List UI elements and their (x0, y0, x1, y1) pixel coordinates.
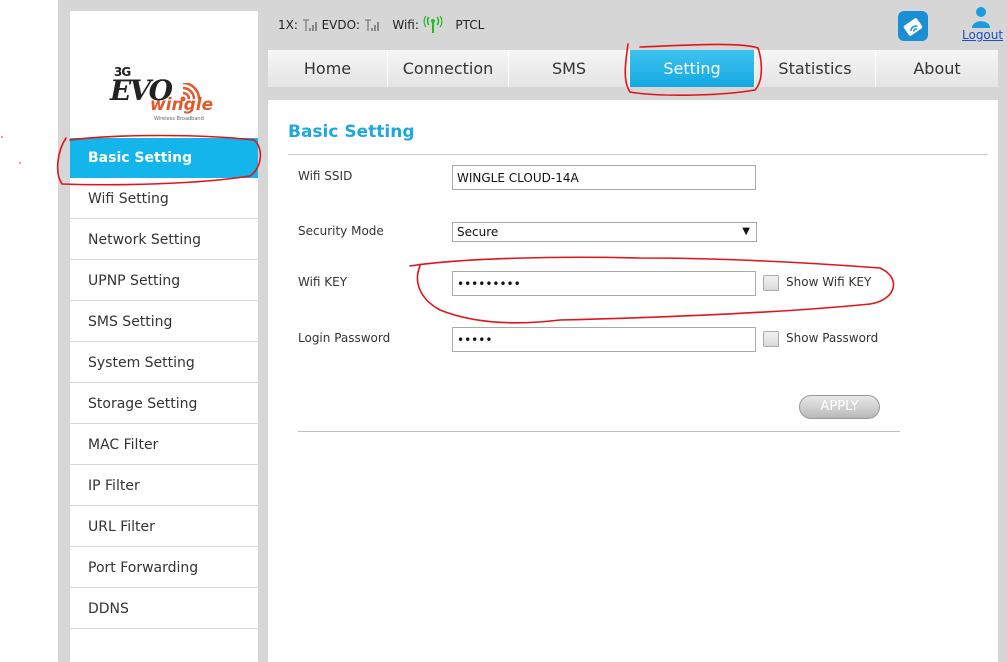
wifi-antenna-icon (423, 15, 443, 33)
login-password-input[interactable] (452, 327, 756, 352)
evdo-signal-icon (364, 19, 379, 31)
annotation-dot (19, 162, 21, 164)
logo-wingle: wingle (150, 95, 214, 115)
title-divider (288, 154, 988, 155)
security-mode-select[interactable]: Secure ▼ (452, 222, 757, 242)
tab-sms[interactable]: SMS (509, 50, 630, 87)
login-password-label: Login Password (298, 331, 391, 345)
tab-connection[interactable]: Connection (388, 50, 509, 87)
wifi-label: Wifi: (392, 18, 419, 32)
show-wifi-key-checkbox[interactable] (763, 275, 779, 291)
sidebar-item-port-forwarding[interactable]: Port Forwarding (70, 548, 258, 588)
tab-home[interactable]: Home (268, 50, 388, 87)
onex-label: 1X: (278, 18, 298, 32)
wifi-key-input[interactable] (452, 271, 756, 296)
ssid-label: Wifi SSID (298, 169, 353, 183)
sidebar-item-network-setting[interactable]: Network Setting (70, 220, 258, 260)
sidebar-item-storage-setting[interactable]: Storage Setting (70, 384, 258, 424)
security-mode-value: Secure (457, 225, 499, 239)
logo-tagline: Wireless Broadband (154, 116, 204, 122)
tab-about[interactable]: About (876, 50, 998, 87)
tab-setting[interactable]: Setting (630, 50, 755, 87)
sidebar-item-system-setting[interactable]: System Setting (70, 343, 258, 383)
sidebar-item-sms-setting[interactable]: SMS Setting (70, 302, 258, 342)
show-wifi-key-label: Show Wifi KEY (786, 275, 872, 289)
main-nav: Home Connection SMS Setting Statistics A… (268, 50, 998, 87)
show-password-checkbox[interactable] (763, 331, 779, 347)
sidebar-item-wifi-setting[interactable]: Wifi Setting (70, 179, 258, 219)
sidebar-item-basic-setting[interactable]: Basic Setting (70, 138, 258, 178)
status-bar: 1X: EVDO: Wifi: PTCL (278, 15, 485, 36)
tab-statistics[interactable]: Statistics (755, 50, 876, 87)
onex-signal-icon (302, 19, 317, 31)
user-icon (972, 7, 990, 28)
evdo-label: EVDO: (321, 18, 360, 32)
chevron-down-icon: ▼ (742, 226, 750, 237)
operator-name: PTCL (455, 18, 485, 32)
brand-logo: 3G EVO wingle Wireless Broadband (110, 65, 220, 125)
show-password-label: Show Password (786, 331, 879, 345)
sidebar-item-url-filter[interactable]: URL Filter (70, 507, 258, 547)
sidebar-item-ddns[interactable]: DDNS (70, 589, 258, 629)
annotation-dot (1, 136, 3, 138)
wifi-card-icon[interactable] (898, 11, 928, 41)
sidebar: Basic Setting Wifi Setting Network Setti… (70, 138, 258, 662)
sidebar-item-upnp-setting[interactable]: UPNP Setting (70, 261, 258, 301)
sidebar-item-ip-filter[interactable]: IP Filter (70, 466, 258, 506)
apply-button[interactable]: APPLY (799, 395, 880, 419)
page-title: Basic Setting (288, 122, 415, 142)
form-bottom-divider (298, 431, 900, 432)
security-mode-label: Security Mode (298, 224, 384, 238)
logo-panel: 3G EVO wingle Wireless Broadband (70, 11, 258, 138)
main-content: Basic Setting Wifi SSID Security Mode Se… (268, 100, 998, 662)
ssid-input[interactable] (452, 165, 756, 190)
wifi-key-label: Wifi KEY (298, 275, 348, 289)
logout-link[interactable]: Logout (962, 28, 1003, 42)
sidebar-item-mac-filter[interactable]: MAC Filter (70, 425, 258, 465)
